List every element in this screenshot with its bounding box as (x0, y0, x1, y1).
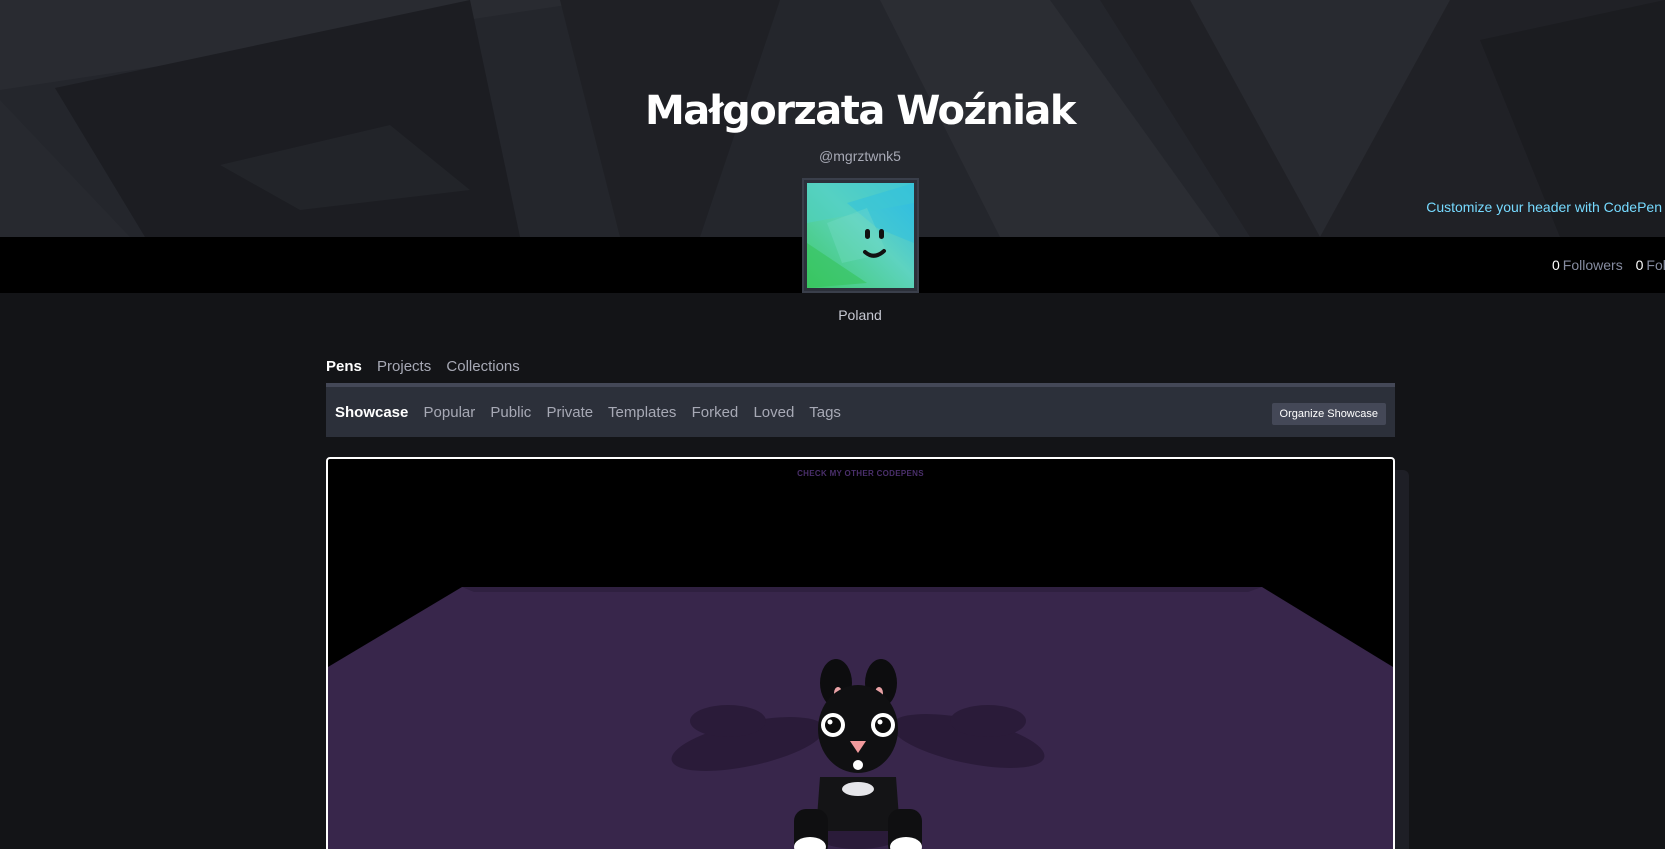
preview-card-edge (1395, 470, 1409, 849)
check-other-codepens-link[interactable]: CHECK MY OTHER CODEPENS (328, 469, 1393, 478)
subtab-public[interactable]: Public (490, 404, 531, 421)
subtab-forked[interactable]: Forked (692, 404, 739, 421)
scene-back-edge (462, 587, 1262, 592)
subtab-private[interactable]: Private (546, 404, 593, 421)
subtab-showcase[interactable]: Showcase (335, 404, 408, 421)
following-label: Foll (1646, 257, 1665, 273)
organize-showcase-button[interactable]: Organize Showcase (1271, 403, 1386, 425)
profile-stats: 0Followers 0Foll (1552, 257, 1665, 273)
kitten-scene (328, 587, 1393, 849)
main-tabs: Pens Projects Collections (326, 358, 531, 375)
subtab-tags[interactable]: Tags (809, 404, 841, 421)
profile-handle: @mgrztwnk5 (819, 148, 901, 164)
smiley-face-avatar-icon (807, 183, 914, 288)
pens-subtabs: Showcase Popular Public Private Template… (335, 404, 852, 421)
profile-name: Małgorzata Woźniak (644, 88, 1077, 134)
tab-projects[interactable]: Projects (377, 358, 431, 375)
followers-count: 0 (1552, 257, 1560, 273)
profile-location: Poland (838, 307, 882, 323)
showcase-pen-preview[interactable]: CHECK MY OTHER CODEPENS (326, 457, 1395, 849)
followers-stat[interactable]: 0 Followers (1552, 257, 1623, 273)
customize-header-link[interactable]: Customize your header with CodePen (1426, 199, 1662, 215)
followers-label: Followers (1562, 257, 1623, 273)
following-count: 0 (1635, 257, 1644, 273)
subtab-popular[interactable]: Popular (424, 404, 476, 421)
tab-pens[interactable]: Pens (326, 358, 362, 375)
avatar[interactable] (802, 178, 919, 293)
pens-subnav: Showcase Popular Public Private Template… (326, 383, 1395, 437)
tab-collections[interactable]: Collections (446, 358, 519, 375)
following-stat[interactable]: 0Foll (1636, 257, 1665, 273)
subtab-templates[interactable]: Templates (608, 404, 676, 421)
subtab-loved[interactable]: Loved (753, 404, 794, 421)
